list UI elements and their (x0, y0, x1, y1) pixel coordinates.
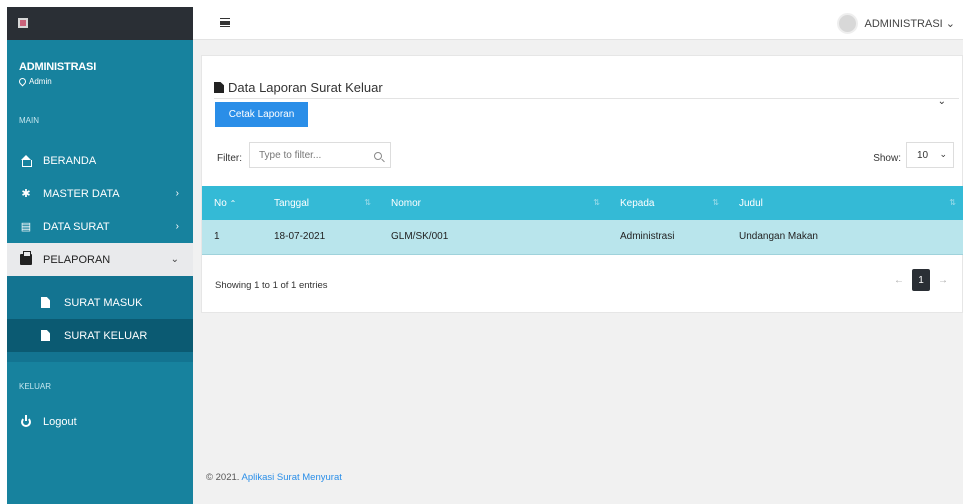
panel-title: Data Laporan Surat Keluar (214, 80, 383, 95)
user-role-label: Admin (29, 77, 52, 86)
sidebar-item-label: SURAT MASUK (64, 296, 143, 309)
sort-icon: ⇅ (949, 198, 956, 207)
sidebar-item-label: SURAT KELUAR (64, 329, 148, 342)
sidebar-item-surat-masuk[interactable]: SURAT MASUK (7, 286, 193, 319)
page-size-value: 10 (917, 150, 929, 161)
location-pin-icon (17, 76, 28, 87)
top-navbar: ADMINISTRASI ⌄ (193, 7, 963, 40)
page-button-1[interactable]: 1 (912, 269, 930, 291)
power-icon (19, 415, 33, 428)
section-main-label: MAIN (19, 116, 39, 125)
cell-no: 1 (202, 220, 262, 255)
page-size-select[interactable]: 10 ⌄ (906, 142, 954, 168)
sidebar-item-label: MASTER DATA (43, 187, 120, 200)
sidebar-item-label: Logout (43, 416, 77, 428)
sidebar-item-surat-keluar[interactable]: SURAT KELUAR (7, 319, 193, 352)
column-header-judul[interactable]: Judul ⇅ (727, 186, 963, 220)
chevron-down-icon: ⌄ (939, 149, 947, 159)
avatar (837, 13, 859, 34)
user-panel: ADMINISTRASI Admin (7, 40, 193, 114)
prev-page-arrow-icon[interactable]: ← (894, 275, 904, 286)
show-label: Show: (873, 153, 901, 164)
document-icon: ▤ (20, 221, 32, 233)
sidebar-item-label: DATA SURAT (43, 220, 110, 233)
sort-icon: ⇅ (364, 198, 371, 207)
file-icon (214, 82, 224, 93)
cetak-laporan-button[interactable]: Cetak Laporan (215, 102, 308, 127)
file-icon (41, 330, 50, 341)
hamburger-menu-icon[interactable] (220, 18, 230, 27)
sidebar-user-role: Admin (17, 76, 193, 87)
pagination: ← 1 → (894, 269, 948, 291)
column-header-nomor[interactable]: Nomor ⇅ (379, 186, 608, 220)
file-icon (41, 297, 50, 308)
cell-judul: Undangan Makan (727, 220, 963, 255)
filter-input[interactable] (249, 142, 391, 168)
report-panel: Data Laporan Surat Keluar ⌄ Cetak Lapora… (201, 55, 963, 313)
column-header-no[interactable]: No ⌃ (202, 186, 262, 220)
cell-tanggal: 18-07-2021 (262, 220, 379, 255)
footer-copyright: © 2021. (206, 472, 240, 483)
home-icon (19, 155, 33, 167)
sort-icon: ⇅ (712, 198, 719, 207)
gear-icon: ✱ (21, 188, 31, 200)
sidebar-item-label: PELAPORAN (43, 253, 111, 266)
table-row[interactable]: 1 18-07-2021 GLM/SK/001 Administrasi Und… (202, 220, 963, 255)
filter-label: Filter: (217, 153, 242, 164)
footer: © 2021. Aplikasi Surat Menyurat (206, 472, 342, 483)
divider (214, 98, 959, 99)
sidebar-item-data-surat[interactable]: ▤ DATA SURAT › (7, 210, 193, 243)
footer-app-link[interactable]: Aplikasi Surat Menyurat (242, 472, 342, 483)
sidebar-item-pelaporan[interactable]: PELAPORAN ⌄ (7, 243, 193, 276)
column-header-tanggal[interactable]: Tanggal ⇅ (262, 186, 379, 220)
top-strip (0, 0, 963, 7)
user-menu[interactable]: ADMINISTRASI ⌄ (837, 13, 955, 34)
sort-icon: ⇅ (593, 198, 600, 207)
chevron-right-icon: › (175, 221, 179, 232)
chevron-down-icon: ⌄ (170, 254, 179, 265)
cell-kepada: Administrasi (608, 220, 727, 255)
panel-title-text: Data Laporan Surat Keluar (228, 80, 383, 95)
sidebar-user-name: ADMINISTRASI (19, 61, 97, 73)
next-page-arrow-icon[interactable]: → (938, 275, 948, 286)
cell-nomor: GLM/SK/001 (379, 220, 608, 255)
logo-bar (7, 7, 193, 40)
chevron-right-icon: › (175, 188, 179, 199)
section-keluar-label: KELUAR (19, 382, 52, 391)
main-content: ADMINISTRASI ⌄ Data Laporan Surat Keluar… (193, 7, 963, 504)
app-logo[interactable] (18, 18, 28, 28)
search-icon (374, 152, 382, 160)
sidebar-item-label: BERANDA (43, 154, 97, 167)
chevron-down-icon[interactable]: ⌄ (938, 96, 946, 107)
entries-info: Showing 1 to 1 of 1 entries (215, 280, 328, 291)
sidebar-item-logout[interactable]: Logout (7, 410, 193, 434)
sidebar-item-master-data[interactable]: ✱ MASTER DATA › (7, 177, 193, 210)
sidebar: ADMINISTRASI Admin MAIN BERANDA ✱ MASTER… (7, 7, 193, 504)
report-table: No ⌃ Tanggal ⇅ Nomor ⇅ Kepada ⇅ Judul ⇅ 1 18… (202, 186, 963, 255)
pelaporan-submenu: SURAT MASUK SURAT KELUAR (7, 276, 193, 362)
sidebar-item-beranda[interactable]: BERANDA (7, 144, 193, 177)
column-header-kepada[interactable]: Kepada ⇅ (608, 186, 727, 220)
printer-icon (19, 251, 33, 266)
user-menu-label: ADMINISTRASI ⌄ (864, 18, 955, 30)
